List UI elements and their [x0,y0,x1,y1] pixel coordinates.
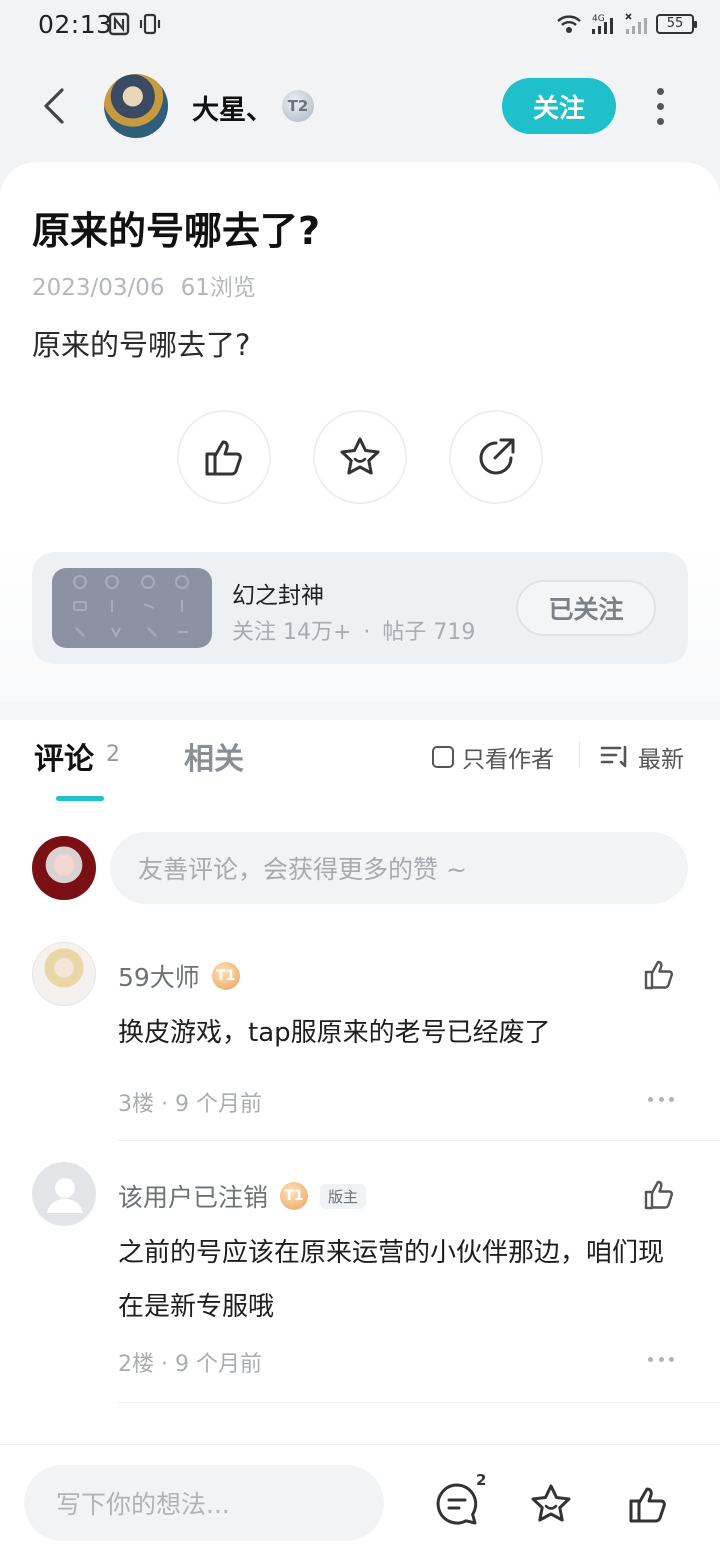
comment-tabs: 评论 2 相关 只看作者 最新 [0,720,720,810]
status-left-icons [108,12,162,36]
like-post-button[interactable] [177,410,271,504]
author-only-checkbox[interactable] [432,746,454,768]
forum-followers: 关注 14万+ [232,620,352,645]
forum-name: 幻之封神 [232,583,324,609]
author-level-badge: T2 [282,90,314,122]
forum-followed-button[interactable]: 已关注 [516,580,656,636]
back-button[interactable] [34,82,74,130]
bottom-comment-input[interactable]: 写下你的想法... [24,1465,384,1541]
forum-posts: 帖子 719 [382,620,476,645]
active-tab-indicator [56,796,104,801]
comment-text: 之前的号应该在原来运营的小伙伴那边，咱们现在是新专服哦 [118,1238,665,1322]
comment-text: 换皮游戏，tap服原来的老号已经废了 [118,1018,551,1048]
comment-more-button[interactable] [648,1354,674,1364]
signal-empty-icon [625,13,647,34]
comment-meta: 2楼 · 9 个月前 [118,1352,262,1377]
my-avatar [32,836,96,900]
comment-more-button[interactable] [648,1094,674,1104]
comment-like-icon[interactable] [642,1176,678,1212]
commenter-name[interactable]: 该用户已注销 [118,1178,268,1214]
commenter-name-row: 59大师 T1 [118,958,240,994]
comment-count-badge: 2 [476,1471,487,1489]
sort-label: 最新 [638,747,684,773]
star-icon [340,437,380,475]
sort-divider [579,742,580,768]
default-user-icon [47,1178,83,1213]
tab-comments-count: 2 [106,742,120,767]
sort-icon [600,745,627,768]
comment-input[interactable]: 友善评论，会获得更多的赞 ~ [110,832,688,904]
follow-button[interactable]: 关注 [502,78,616,134]
commenter-level-badge: T1 [280,1182,309,1210]
status-bar: 02:13 4G 55 [0,0,720,52]
tab-related[interactable]: 相关 [184,734,244,778]
signal-4g-icon: 4G [592,14,613,34]
nfc-icon [108,12,130,36]
author-only-label: 只看作者 [462,747,554,773]
comment-divider [118,1402,720,1403]
comment-like-icon[interactable] [642,956,678,992]
post-card: 原来的号哪去了? 2023/03/06 61浏览 原来的号哪去了? 幻之封神 关注… [0,162,720,702]
favorite-post-button[interactable] [313,410,407,504]
favorite-star-icon[interactable] [528,1481,574,1527]
commenter-name-row: 该用户已注销 T1 版主 [118,1178,367,1214]
status-right: 4G 55 [556,12,697,36]
author-avatar[interactable] [104,74,168,138]
post-views: 61浏览 [180,275,256,301]
post-title: 原来的号哪去了? [32,209,321,253]
forum-cover-image [52,568,212,648]
comment-meta: 3楼 · 9 个月前 [118,1092,262,1117]
commenter-level-badge: T1 [211,962,240,990]
svg-text:4G: 4G [592,14,605,24]
bottom-bar: 写下你的想法... 2 [0,1444,720,1560]
comment-input-row: 友善评论，会获得更多的赞 ~ [0,830,720,910]
comment-item: 59大师 T1 换皮游戏，tap服原来的老号已经废了 3楼 · 9 个月前 [0,942,720,1142]
comment-icon[interactable] [434,1481,480,1527]
post-meta: 2023/03/06 61浏览 [32,268,256,302]
more-options-button[interactable] [646,86,674,126]
commenter-name[interactable]: 59大师 [118,958,200,994]
author-name[interactable]: 大星、 [192,88,273,127]
thumbs-up-icon [205,440,242,476]
status-time: 02:13 [38,10,113,39]
forum-stats-separator: · [363,620,371,645]
author-only-toggle[interactable]: 只看作者 [432,740,554,774]
like-thumbs-up-icon[interactable] [626,1481,672,1527]
comment-divider [118,1140,720,1141]
chevron-left-icon [44,88,64,124]
vibrate-icon [139,13,161,35]
sort-button[interactable]: 最新 [600,740,684,774]
comment-item: 该用户已注销 T1 版主 之前的号应该在原来运营的小伙伴那边，咱们现在是新专服哦… [0,1162,720,1404]
commenter-avatar[interactable] [32,942,96,1006]
tab-comments[interactable]: 评论 [34,734,94,778]
post-header: 大星、 T2 关注 [0,60,720,152]
post-date: 2023/03/06 [32,275,165,301]
share-post-button[interactable] [449,410,543,504]
battery-icon: 55 [656,14,697,34]
moderator-badge: 版主 [320,1183,367,1209]
commenter-avatar-default[interactable] [32,1162,96,1226]
forum-stats: 关注 14万+ · 帖子 719 [232,614,475,646]
share-icon [479,438,515,475]
forum-card[interactable]: 幻之封神 关注 14万+ · 帖子 719 已关注 [32,552,688,664]
wifi-icon [557,15,581,33]
post-body: 原来的号哪去了? [32,328,251,362]
